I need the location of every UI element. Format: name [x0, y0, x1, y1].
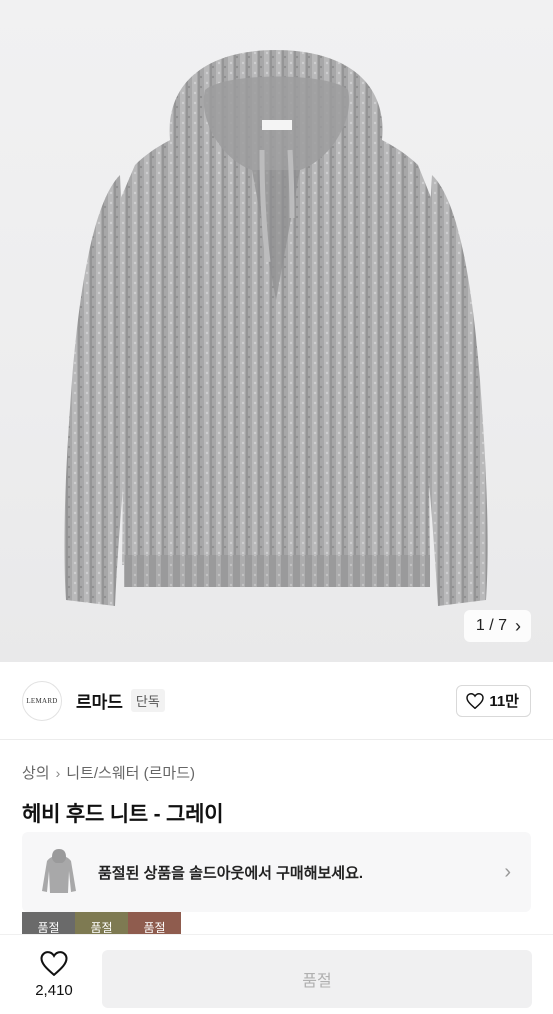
heart-outline-icon [40, 950, 68, 976]
brand-logo[interactable]: LEMARD [22, 680, 62, 721]
wishlist-count: 2,410 [35, 981, 73, 999]
chevron-right-icon: › [55, 764, 61, 781]
chevron-right-icon: › [515, 616, 521, 636]
soldout-banner[interactable]: 품절된 상품을 솔드아웃에서 구매해보세요. › [22, 832, 531, 912]
brand-row: LEMARD 르마드 단독 11만 [0, 662, 553, 740]
image-counter[interactable]: 1 / 7 › [463, 610, 531, 642]
soldout-banner-text: 품절된 상품을 솔드아웃에서 구매해보세요. [98, 864, 364, 882]
brand-like-count: 11만 [489, 693, 519, 710]
exclusive-badge: 단독 [130, 689, 165, 712]
image-counter-text: 1 / 7 [475, 617, 507, 634]
brand-like-button[interactable]: 11만 [456, 684, 531, 717]
chevron-right-icon: › [504, 860, 511, 883]
bottom-action-bar: 2,410 품절 [0, 934, 553, 1014]
breadcrumb-category[interactable]: 상의 [22, 762, 50, 783]
breadcrumb-subcategory[interactable]: 니트/스웨터 (르마드) [66, 762, 195, 783]
wishlist-button[interactable]: 2,410 [0, 950, 106, 999]
hoodie-illustration [64, 50, 488, 606]
brand-name[interactable]: 르마드 [76, 688, 123, 713]
heart-outline-icon [466, 692, 485, 709]
product-title: 헤비 후드 니트 - 그레이 [22, 803, 224, 826]
product-image[interactable]: 1 / 7 › [0, 0, 553, 662]
breadcrumb: 상의 › 니트/스웨터 (르마드) [22, 762, 195, 783]
soldout-buy-button[interactable]: 품절 [102, 950, 532, 1008]
hoodie-thumbnail [42, 849, 76, 893]
